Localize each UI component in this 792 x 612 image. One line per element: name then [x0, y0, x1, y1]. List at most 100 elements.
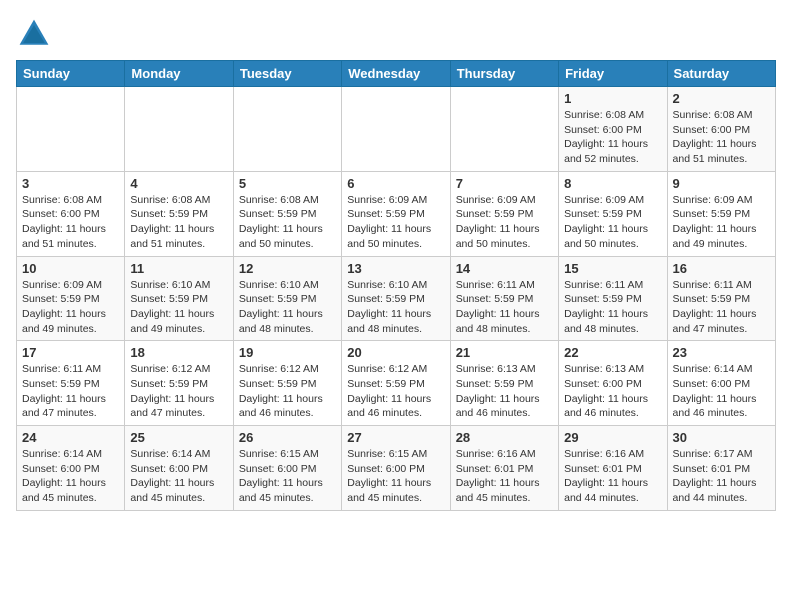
calendar-cell: 7Sunrise: 6:09 AM Sunset: 5:59 PM Daylig…: [450, 171, 558, 256]
day-info: Sunrise: 6:14 AM Sunset: 6:00 PM Dayligh…: [673, 362, 770, 421]
day-number: 13: [347, 261, 444, 276]
day-number: 1: [564, 91, 661, 106]
calendar-cell: 3 Sunrise: 6:08 AM Sunset: 6:00 PM Daylig…: [17, 171, 125, 256]
weekday-header-wednesday: Wednesday: [342, 61, 450, 87]
day-number: 20: [347, 345, 444, 360]
day-info: Sunrise: 6:16 AM Sunset: 6:01 PM Dayligh…: [564, 447, 661, 506]
day-info: Sunrise: 6:12 AM Sunset: 5:59 PM Dayligh…: [130, 362, 227, 421]
calendar-cell: 20 Sunrise: 6:12 AM Sunset: 5:59 PM Dayli…: [342, 341, 450, 426]
day-number: 9: [673, 176, 770, 191]
logo-icon: [16, 16, 52, 52]
day-info: Sunrise: 6:14 AM Sunset: 6:00 PM Dayligh…: [22, 447, 119, 506]
day-info: Sunrise: 6:16 AM Sunset: 6:01 PM Dayligh…: [456, 447, 553, 506]
calendar-cell: [17, 87, 125, 172]
day-info: Sunrise: 6:09 AM Sunset: 5:59 PM Dayligh…: [673, 193, 770, 252]
calendar-cell: 16 Sunrise: 6:11 AM Sunset: 5:59 PM Dayli…: [667, 256, 775, 341]
day-number: 6: [347, 176, 444, 191]
day-info: Sunrise: 6:09 AM Sunset: 5:59 PM Dayligh…: [347, 193, 444, 252]
day-number: 21: [456, 345, 553, 360]
calendar-cell: 24Sunrise: 6:14 AM Sunset: 6:00 PM Dayli…: [17, 426, 125, 511]
calendar-cell: 23 Sunrise: 6:14 AM Sunset: 6:00 PM Dayli…: [667, 341, 775, 426]
calendar-header: SundayMondayTuesdayWednesdayThursdayFrid…: [17, 61, 776, 87]
day-info: Sunrise: 6:13 AM Sunset: 5:59 PM Dayligh…: [456, 362, 553, 421]
day-number: 3: [22, 176, 119, 191]
calendar-cell: 21 Sunrise: 6:13 AM Sunset: 5:59 PM Dayli…: [450, 341, 558, 426]
day-info: Sunrise: 6:08 AM Sunset: 6:00 PM Dayligh…: [673, 108, 770, 167]
calendar-cell: 30 Sunrise: 6:17 AM Sunset: 6:01 PM Dayli…: [667, 426, 775, 511]
calendar-cell: 14 Sunrise: 6:11 AM Sunset: 5:59 PM Dayli…: [450, 256, 558, 341]
calendar-cell: 27 Sunrise: 6:15 AM Sunset: 6:00 PM Dayli…: [342, 426, 450, 511]
calendar-cell: 8Sunrise: 6:09 AM Sunset: 5:59 PM Daylig…: [559, 171, 667, 256]
day-info: Sunrise: 6:10 AM Sunset: 5:59 PM Dayligh…: [239, 278, 336, 337]
day-number: 15: [564, 261, 661, 276]
day-info: Sunrise: 6:10 AM Sunset: 5:59 PM Dayligh…: [130, 278, 227, 337]
calendar-cell: 6 Sunrise: 6:09 AM Sunset: 5:59 PM Daylig…: [342, 171, 450, 256]
day-info: Sunrise: 6:09 AM Sunset: 5:59 PM Dayligh…: [22, 278, 119, 337]
calendar-week-row: 24Sunrise: 6:14 AM Sunset: 6:00 PM Dayli…: [17, 426, 776, 511]
page-header: [16, 16, 776, 52]
day-number: 16: [673, 261, 770, 276]
calendar-body: 1 Sunrise: 6:08 AM Sunset: 6:00 PM Daylig…: [17, 87, 776, 511]
day-number: 11: [130, 261, 227, 276]
calendar-cell: 1 Sunrise: 6:08 AM Sunset: 6:00 PM Daylig…: [559, 87, 667, 172]
day-number: 27: [347, 430, 444, 445]
calendar-cell: 22 Sunrise: 6:13 AM Sunset: 6:00 PM Dayli…: [559, 341, 667, 426]
day-info: Sunrise: 6:08 AM Sunset: 6:00 PM Dayligh…: [22, 193, 119, 252]
day-number: 10: [22, 261, 119, 276]
day-number: 19: [239, 345, 336, 360]
calendar-cell: 5 Sunrise: 6:08 AM Sunset: 5:59 PM Daylig…: [233, 171, 341, 256]
weekday-header-row: SundayMondayTuesdayWednesdayThursdayFrid…: [17, 61, 776, 87]
day-number: 23: [673, 345, 770, 360]
weekday-header-sunday: Sunday: [17, 61, 125, 87]
calendar-cell: [342, 87, 450, 172]
day-info: Sunrise: 6:15 AM Sunset: 6:00 PM Dayligh…: [239, 447, 336, 506]
calendar-cell: 18 Sunrise: 6:12 AM Sunset: 5:59 PM Dayli…: [125, 341, 233, 426]
day-number: 14: [456, 261, 553, 276]
day-info: Sunrise: 6:08 AM Sunset: 5:59 PM Dayligh…: [130, 193, 227, 252]
calendar-cell: 17 Sunrise: 6:11 AM Sunset: 5:59 PM Dayli…: [17, 341, 125, 426]
day-number: 22: [564, 345, 661, 360]
day-info: Sunrise: 6:11 AM Sunset: 5:59 PM Dayligh…: [673, 278, 770, 337]
calendar-cell: 26Sunrise: 6:15 AM Sunset: 6:00 PM Dayli…: [233, 426, 341, 511]
day-info: Sunrise: 6:11 AM Sunset: 5:59 PM Dayligh…: [564, 278, 661, 337]
calendar-week-row: 3 Sunrise: 6:08 AM Sunset: 6:00 PM Daylig…: [17, 171, 776, 256]
calendar-cell: [233, 87, 341, 172]
day-info: Sunrise: 6:11 AM Sunset: 5:59 PM Dayligh…: [456, 278, 553, 337]
day-number: 18: [130, 345, 227, 360]
day-number: 2: [673, 91, 770, 106]
day-info: Sunrise: 6:14 AM Sunset: 6:00 PM Dayligh…: [130, 447, 227, 506]
day-info: Sunrise: 6:08 AM Sunset: 5:59 PM Dayligh…: [239, 193, 336, 252]
calendar-table: SundayMondayTuesdayWednesdayThursdayFrid…: [16, 60, 776, 511]
weekday-header-tuesday: Tuesday: [233, 61, 341, 87]
day-info: Sunrise: 6:13 AM Sunset: 6:00 PM Dayligh…: [564, 362, 661, 421]
calendar-cell: 29 Sunrise: 6:16 AM Sunset: 6:01 PM Dayli…: [559, 426, 667, 511]
calendar-week-row: 1 Sunrise: 6:08 AM Sunset: 6:00 PM Daylig…: [17, 87, 776, 172]
day-number: 8: [564, 176, 661, 191]
calendar-cell: 10 Sunrise: 6:09 AM Sunset: 5:59 PM Dayli…: [17, 256, 125, 341]
day-number: 12: [239, 261, 336, 276]
logo: [16, 16, 56, 52]
day-number: 17: [22, 345, 119, 360]
day-number: 29: [564, 430, 661, 445]
day-info: Sunrise: 6:12 AM Sunset: 5:59 PM Dayligh…: [239, 362, 336, 421]
day-info: Sunrise: 6:11 AM Sunset: 5:59 PM Dayligh…: [22, 362, 119, 421]
day-info: Sunrise: 6:12 AM Sunset: 5:59 PM Dayligh…: [347, 362, 444, 421]
weekday-header-monday: Monday: [125, 61, 233, 87]
day-info: Sunrise: 6:17 AM Sunset: 6:01 PM Dayligh…: [673, 447, 770, 506]
day-info: Sunrise: 6:08 AM Sunset: 6:00 PM Dayligh…: [564, 108, 661, 167]
weekday-header-saturday: Saturday: [667, 61, 775, 87]
weekday-header-thursday: Thursday: [450, 61, 558, 87]
day-number: 4: [130, 176, 227, 191]
day-info: Sunrise: 6:15 AM Sunset: 6:00 PM Dayligh…: [347, 447, 444, 506]
calendar-cell: 2 Sunrise: 6:08 AM Sunset: 6:00 PM Daylig…: [667, 87, 775, 172]
day-number: 28: [456, 430, 553, 445]
calendar-cell: 13 Sunrise: 6:10 AM Sunset: 5:59 PM Dayli…: [342, 256, 450, 341]
day-number: 30: [673, 430, 770, 445]
day-number: 5: [239, 176, 336, 191]
day-info: Sunrise: 6:09 AM Sunset: 5:59 PM Dayligh…: [456, 193, 553, 252]
calendar-cell: 25Sunrise: 6:14 AM Sunset: 6:00 PM Dayli…: [125, 426, 233, 511]
day-info: Sunrise: 6:10 AM Sunset: 5:59 PM Dayligh…: [347, 278, 444, 337]
calendar-cell: 9 Sunrise: 6:09 AM Sunset: 5:59 PM Daylig…: [667, 171, 775, 256]
calendar-cell: [125, 87, 233, 172]
calendar-cell: 4 Sunrise: 6:08 AM Sunset: 5:59 PM Daylig…: [125, 171, 233, 256]
